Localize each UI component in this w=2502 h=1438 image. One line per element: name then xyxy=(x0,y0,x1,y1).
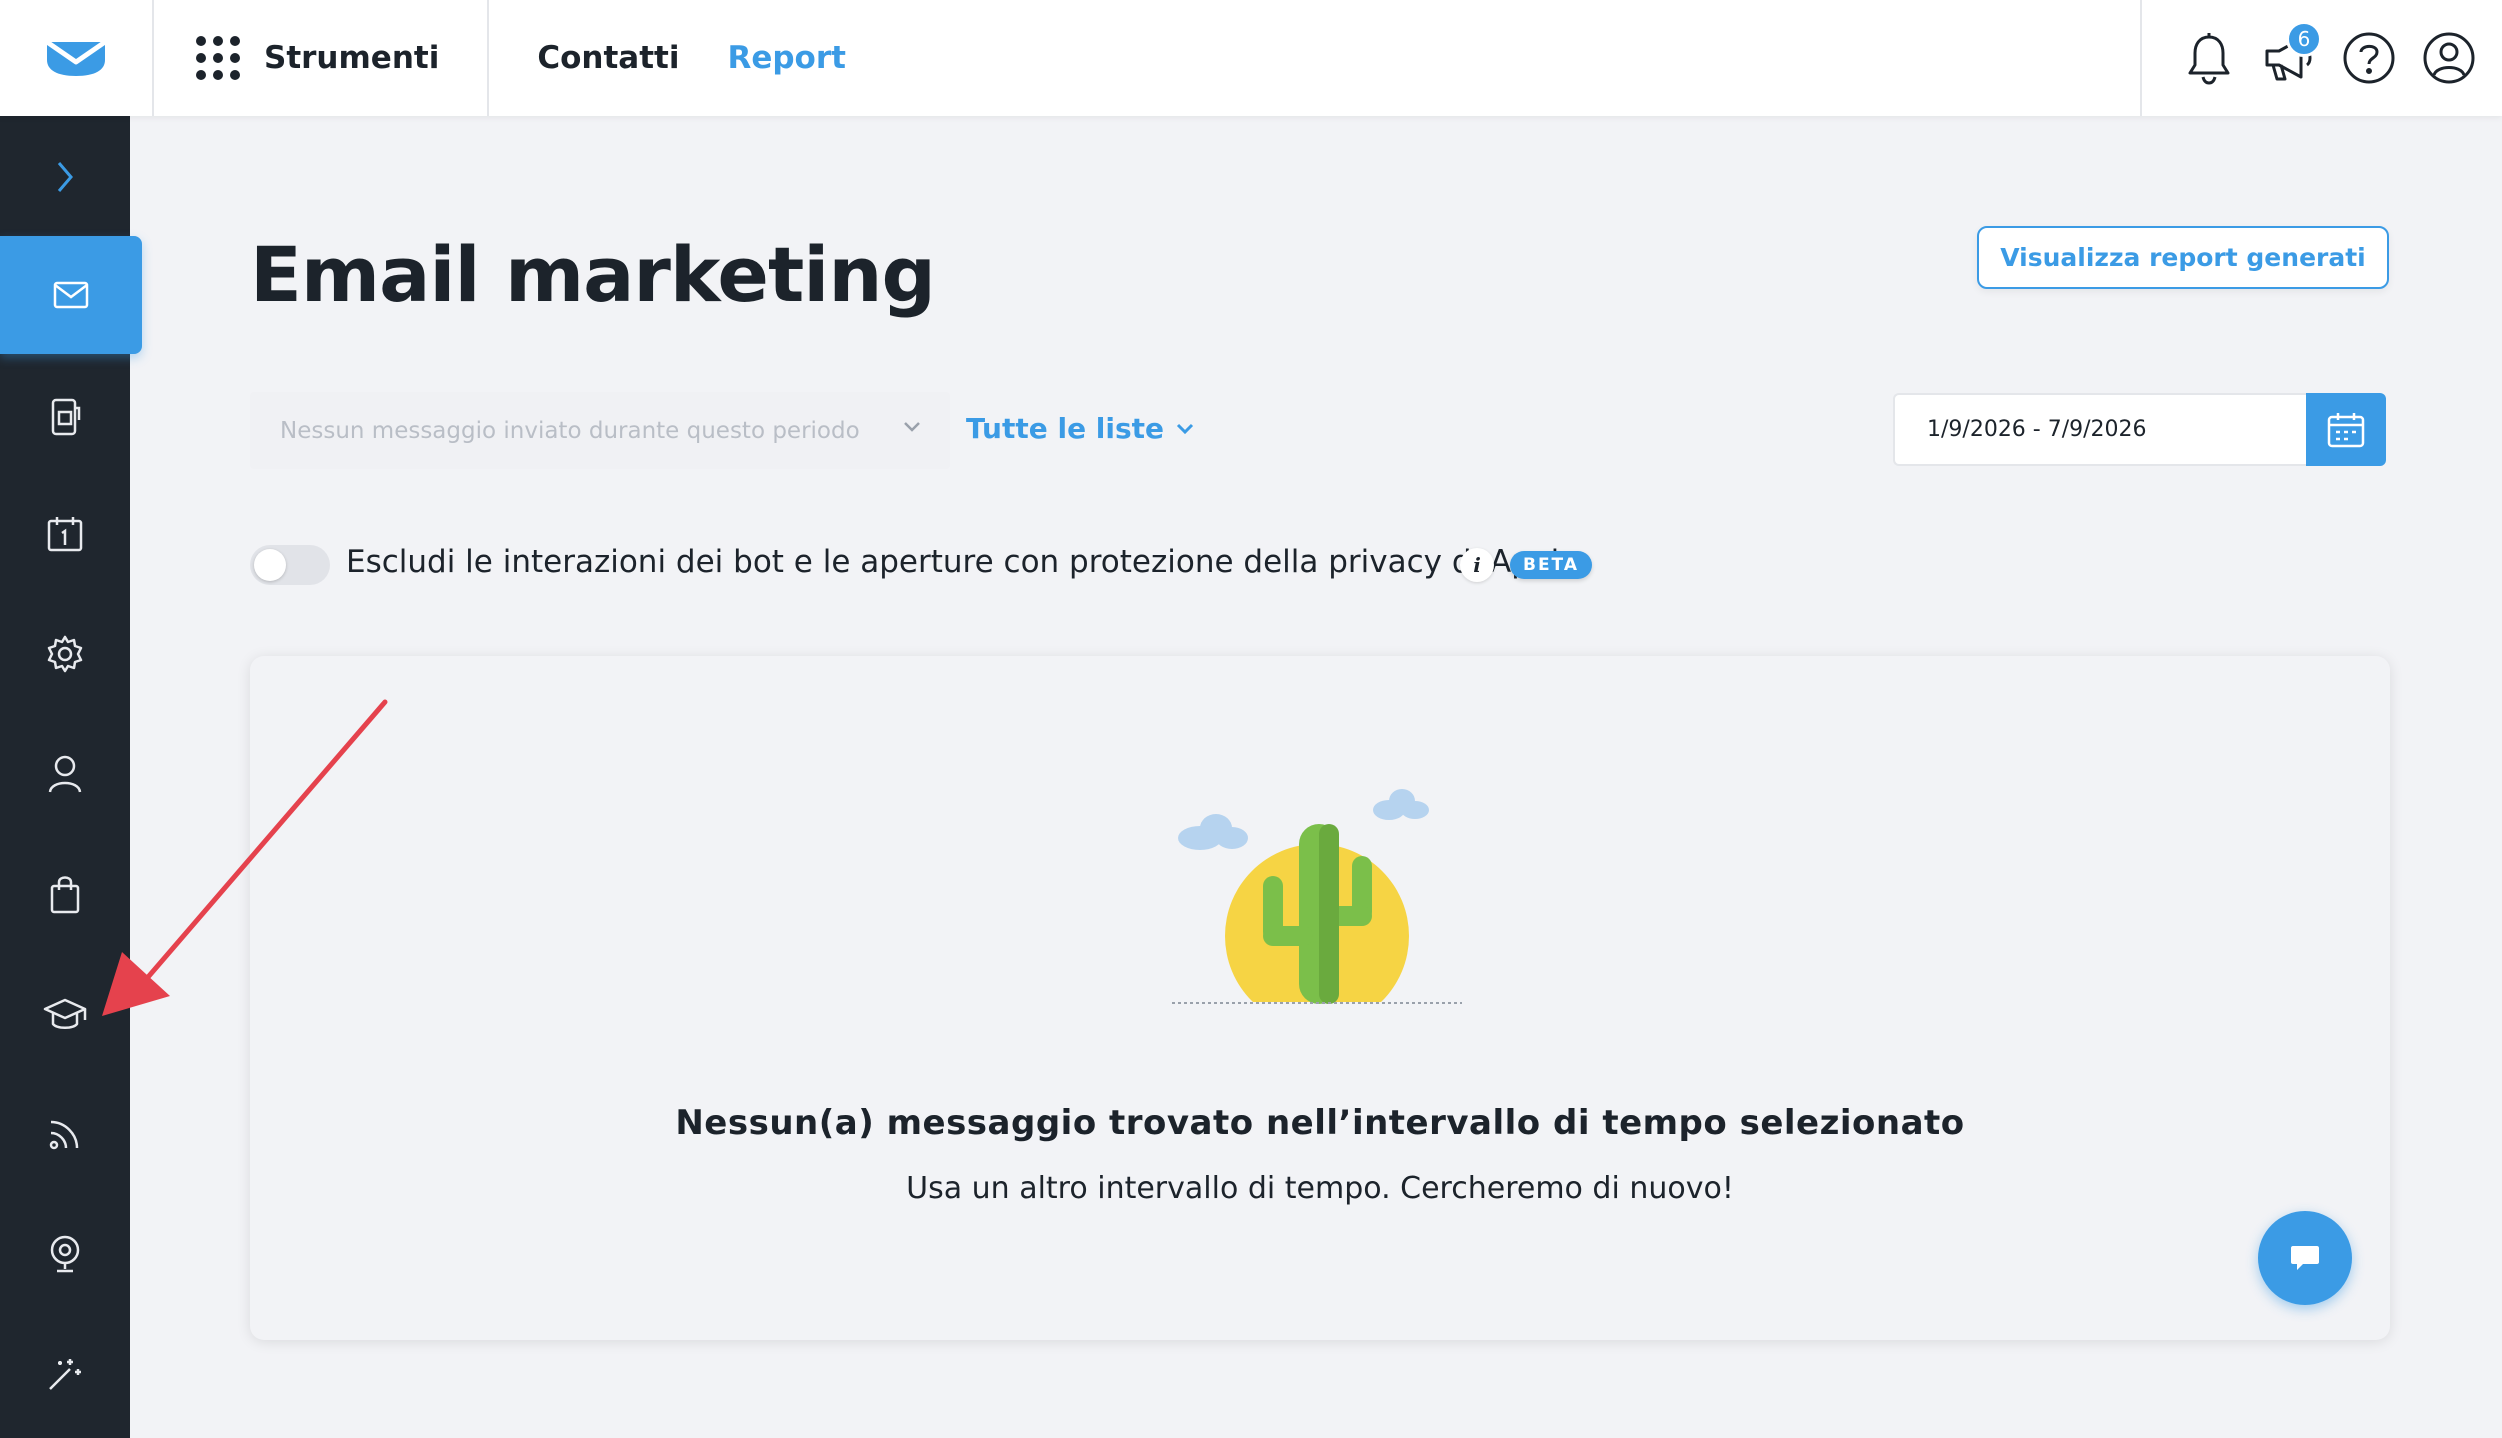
landing-page-icon xyxy=(51,398,81,436)
help-question-icon[interactable] xyxy=(2340,29,2398,87)
sidebar-item-calendar[interactable] xyxy=(0,494,130,574)
chat-bubble-icon xyxy=(2291,1246,2319,1270)
view-generated-reports-button[interactable]: Visualizza report generati xyxy=(1977,226,2389,289)
top-bar: Strumenti Contatti Report 6 xyxy=(0,0,2502,116)
page-title: Email marketing xyxy=(250,230,936,319)
getresponse-logo[interactable] xyxy=(0,0,154,116)
calendar-icon xyxy=(47,517,83,552)
beta-badge: BETA xyxy=(1510,551,1592,579)
cactus-illustration xyxy=(1172,789,1462,1006)
sidebar-item-landing-pages[interactable] xyxy=(0,378,130,458)
shopping-bag-icon xyxy=(50,876,80,914)
automation-gear-icon xyxy=(47,635,83,673)
empty-state-subtitle: Usa un altro intervallo di tempo. Cerche… xyxy=(906,1171,1734,1206)
date-picker-button[interactable] xyxy=(2306,393,2386,466)
tools-label: Strumenti xyxy=(264,40,440,76)
sidebar-item-ecommerce[interactable] xyxy=(0,854,130,934)
privacy-filter-label: Escludi le interazioni dei bot e le aper… xyxy=(346,544,1579,580)
sidebar-item-webinars[interactable] xyxy=(0,1214,130,1294)
top-right-actions: 6 xyxy=(2140,0,2502,116)
sidebar-item-ai-tools[interactable] xyxy=(0,1334,130,1414)
sidebar-item-academy[interactable] xyxy=(0,974,130,1054)
chevron-down-icon xyxy=(904,422,920,432)
apps-grid-icon xyxy=(196,36,240,80)
envelope-logo-icon xyxy=(45,39,107,76)
contacts-user-icon xyxy=(48,755,82,793)
announcements-megaphone-icon[interactable]: 6 xyxy=(2260,21,2322,87)
sidebar xyxy=(0,116,142,1438)
message-select[interactable]: Nessun messaggio inviato durante questo … xyxy=(250,392,950,469)
email-icon xyxy=(53,281,89,309)
sidebar-expand[interactable] xyxy=(0,137,130,217)
chat-support-button[interactable] xyxy=(2258,1211,2352,1305)
sidebar-item-email[interactable] xyxy=(0,236,142,354)
date-range-input[interactable]: 1/9/2026 - 7/9/2026 xyxy=(1893,393,2307,466)
toggle-knob xyxy=(254,549,286,581)
sidebar-item-contacts[interactable] xyxy=(0,734,130,814)
lists-dropdown[interactable]: Tutte le liste xyxy=(966,412,1194,445)
calendar-icon xyxy=(2327,412,2365,447)
graduation-cap-icon xyxy=(43,998,87,1029)
rss-icon xyxy=(49,1120,79,1150)
account-avatar-icon[interactable] xyxy=(2420,29,2478,87)
announcements-count-badge: 6 xyxy=(2286,21,2322,57)
chevron-right-icon xyxy=(57,162,73,192)
sidebar-item-automation[interactable] xyxy=(0,614,130,694)
tools-menu[interactable]: Strumenti xyxy=(154,0,490,116)
info-icon[interactable]: i xyxy=(1460,548,1494,582)
chevron-down-icon xyxy=(1176,423,1194,434)
nav-contacts[interactable]: Contatti xyxy=(537,40,679,76)
sidebar-item-rss[interactable] xyxy=(0,1094,130,1174)
lists-dropdown-label: Tutte le liste xyxy=(966,412,1165,445)
nav-reports[interactable]: Report xyxy=(727,40,846,76)
empty-state-title: Nessun(a) messaggio trovato nell’interva… xyxy=(675,1103,1965,1143)
webinar-icon xyxy=(50,1235,80,1273)
message-select-placeholder: Nessun messaggio inviato durante questo … xyxy=(280,417,860,444)
privacy-filter-toggle[interactable] xyxy=(250,545,330,585)
notifications-bell-icon[interactable] xyxy=(2180,29,2238,87)
magic-wand-icon xyxy=(49,1359,81,1390)
